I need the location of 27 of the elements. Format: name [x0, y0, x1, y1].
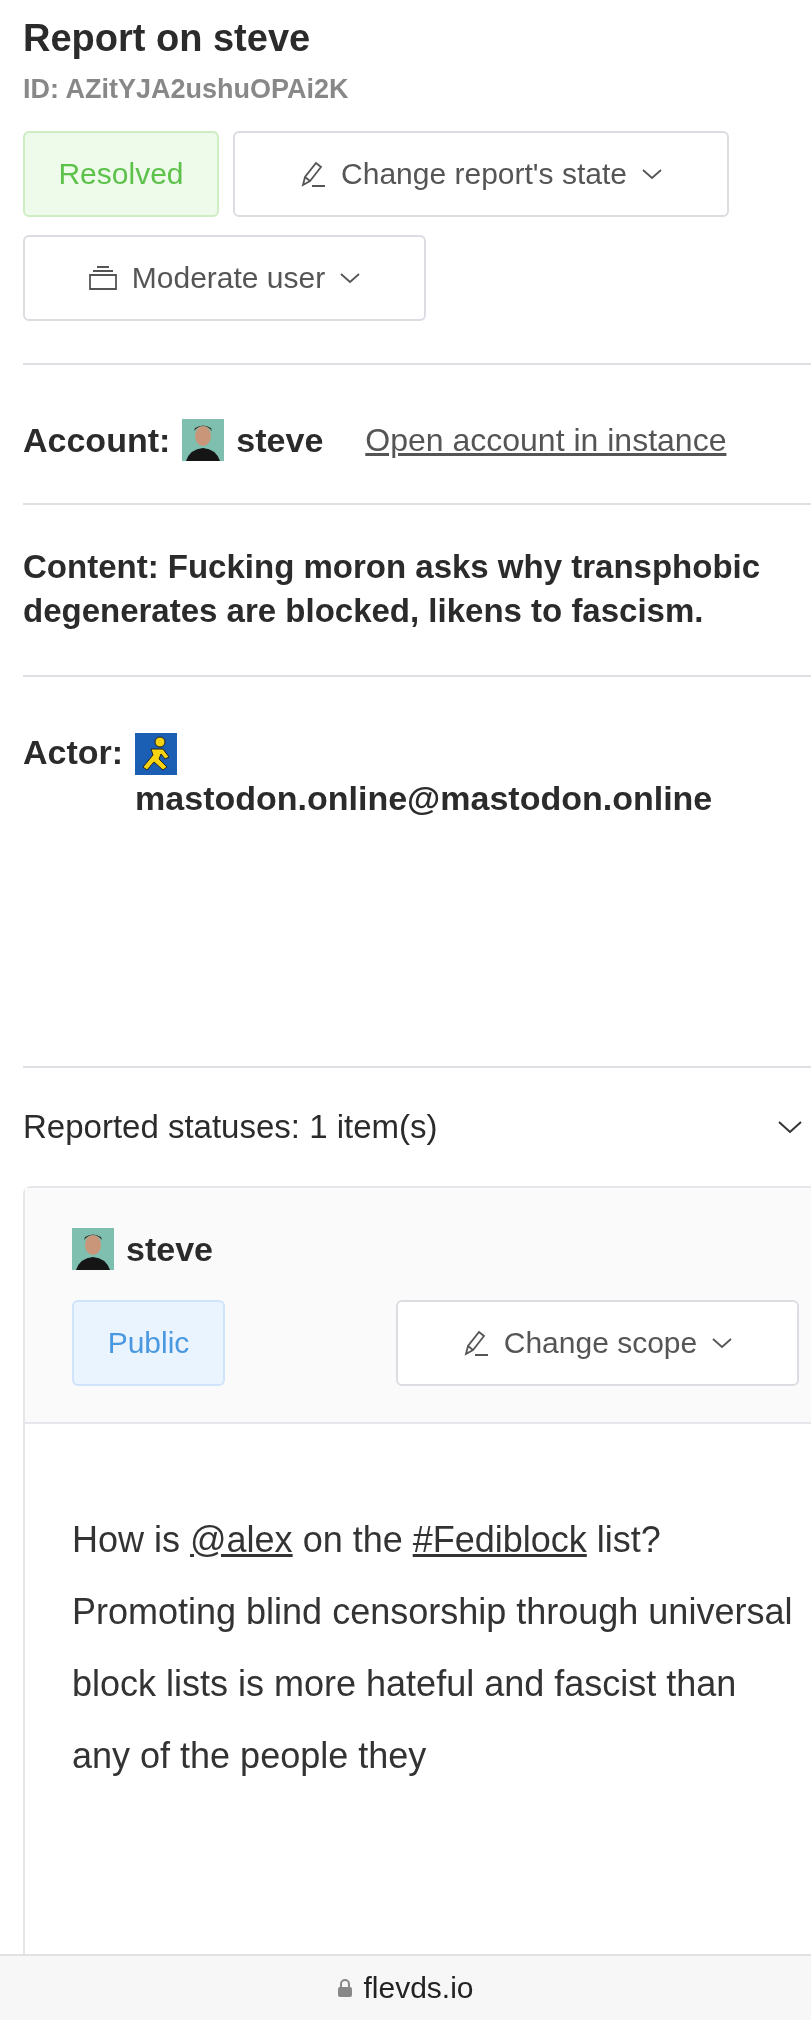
report-content: Content: Fucking moron asks why transphobic degenerates are blocked, likens to fascism.: [22, 547, 762, 631]
mention-link[interactable]: @alex: [190, 1519, 293, 1560]
hashtag-link[interactable]: #Fediblock: [412, 1519, 587, 1560]
page-title: Report on steve: [23, 16, 312, 61]
runner-icon: [135, 733, 178, 775]
moderate-user-button[interactable]: Moderate user: [23, 235, 426, 321]
pencil-icon: [299, 159, 328, 189]
reported-statuses-title: Reported statuses: 1 item(s): [23, 1108, 438, 1146]
stack-icon: [87, 265, 118, 291]
chevron-icon[interactable]: [777, 1120, 803, 1134]
change-state-button[interactable]: Change report's state: [233, 131, 729, 217]
caret-icon: [711, 1337, 734, 1349]
change-scope-button[interactable]: Change scope: [396, 1300, 799, 1386]
caret-icon: [640, 168, 663, 180]
domain-text: flevds.io: [363, 1971, 474, 2005]
lock-icon: [337, 1978, 354, 1998]
actor-label: Actor:: [23, 733, 124, 772]
visibility-badge: Public: [72, 1300, 225, 1386]
account-name: steve: [236, 420, 324, 460]
state-badge: Resolved: [23, 131, 219, 217]
open-account-link[interactable]: Open account in instance: [365, 421, 727, 459]
account-label: Account:: [23, 420, 171, 460]
actor-name: mastodon.online@mastodon.online: [135, 779, 713, 818]
caret-icon: [339, 272, 362, 284]
status-author: steve: [126, 1229, 213, 1269]
status-text: How is @alex on the #Fediblock list? Promoting blind censorship through universal block lists is more hateful and fascist than any of the people they: [72, 1518, 794, 1778]
report-id: ID: AZitYJA2ushuOPAi2K: [23, 74, 350, 105]
